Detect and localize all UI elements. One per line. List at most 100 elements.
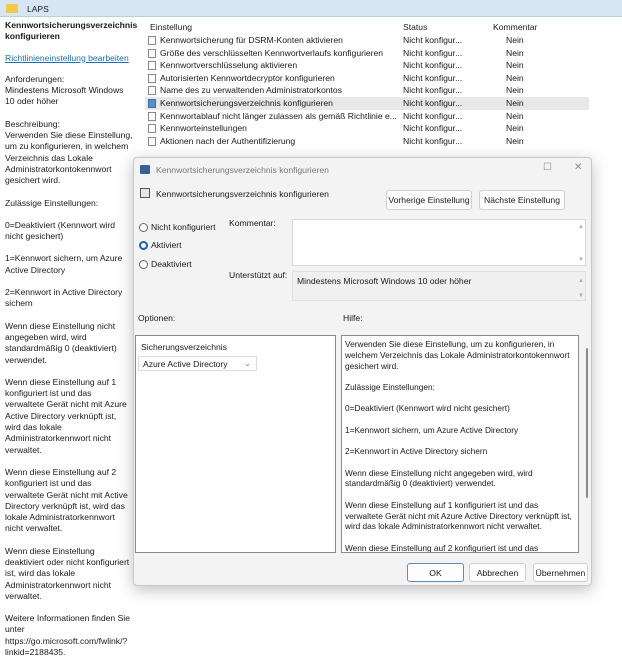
setting-comment: Nein [506,60,524,71]
policy-setting-icon [148,61,156,71]
policy-setting-icon [148,36,156,45]
dialog-title: Kennwortsicherungsverzeichnis konfigurie… [156,165,329,175]
supported-on-field: Mindestens Microsoft Windows 10 oder höh… [292,271,586,301]
scroll-up-icon[interactable]: ▲ [578,278,588,284]
help-paragraph: 1=Kennwort sichern, um Azure Active Dire… [345,424,519,435]
help-scrollbar[interactable] [586,348,588,498]
dialog-subtitle: Kennwortsicherungsverzeichnis konfigurie… [156,189,329,199]
table-row[interactable]: Größe des verschlüsselten Kennwortverlau… [145,47,621,60]
setting-comment: Nein [506,97,524,108]
comment-label: Kommentar: [229,218,276,228]
policy-setting-icon [148,48,156,58]
help-paragraph: Wenn diese Einstellung auf 1 konfigurier… [345,499,572,532]
radio-circle[interactable] [139,259,148,269]
table-row[interactable]: Kennwortsicherung für DSRM-Konten aktivi… [145,34,621,47]
options-label: Optionen: [138,313,176,323]
description-paragraph: Beschreibung: Verwenden Sie diese Einste… [5,118,133,186]
setting-status: Nicht konfigur... [403,72,463,83]
setting-comment: Nein [506,85,524,96]
setting-status: Nicht konfigur... [403,35,463,45]
scroll-up-icon[interactable]: ▲ [578,224,588,230]
setting-status: Nicht konfigur... [403,97,463,108]
supported-label: Unterstützt auf: [229,270,288,280]
column-header-einstellung[interactable]: Einstellung [150,22,192,32]
edit-policy-link[interactable]: Richtlinieneinstellung bearbeiten [5,53,133,64]
policy-setting-icon [148,73,156,83]
radio-not-configured[interactable]: Nicht konfiguriert [139,222,215,232]
description-paragraph: 0=Deaktiviert (Kennwort wird nicht gesic… [5,219,116,242]
setting-status: Nicht konfigur... [403,123,463,134]
policy-dialog: Kennwortsicherungsverzeichnis konfigurie… [133,157,592,586]
description-paragraph: 2=Kennwort in Active Directory sichern [5,287,123,309]
policy-setting-icon [148,111,156,121]
policy-setting-icon [148,124,156,134]
settings-list: Einstellung Status Kommentar Kennwortsic… [145,20,621,147]
description-paragraph: Anforderungen: Mindestens Microsoft Wind… [5,73,124,107]
setting-icon [140,188,150,198]
help-paragraph: Verwenden Sie diese Einstellung, um zu k… [345,339,570,371]
help-paragraph: 2=Kennwort in Active Directory sichern [345,446,488,457]
setting-name: Größe des verschlüsselten Kennwortverlau… [160,47,384,58]
comment-textarea[interactable] [292,219,586,266]
description-paragraph: Wenn diese Einstellung deaktiviert oder … [5,545,130,601]
table-row[interactable]: Kennwortsicherungsverzeichnis konfigurie… [145,96,589,110]
folder-icon [6,4,18,13]
table-row[interactable]: Kennworteinstellungen Nicht konfigur... Ne… [145,122,621,135]
table-row[interactable]: Aktionen nach der Authentifizierung Nicht… [145,135,621,148]
table-row[interactable]: Autorisierten Kennwortdecryptor konfigur… [145,72,621,85]
setting-status: Nicht konfigur... [403,135,463,146]
backup-directory-select[interactable]: Azure Active Directory ⌄ [138,356,257,371]
description-paragraph: Weitere Informationen finden Sie unter h… [5,613,130,658]
scroll-down-icon[interactable]: ▼ [578,257,588,263]
scroll-down-icon[interactable]: ▼ [578,293,588,299]
next-setting-button[interactable]: Nächste Einstellung [479,190,565,210]
setting-name: Aktionen nach der Authentifizierung [160,135,296,146]
radio-enabled[interactable]: Aktiviert [139,240,182,250]
apply-button[interactable]: Übernehmen [533,563,588,582]
radio-circle[interactable] [139,222,148,232]
description-paragraph: Wenn diese Einstellung auf 1 konfigurier… [5,376,127,455]
help-paragraph: Zulässige Einstellungen: [345,381,435,392]
close-button[interactable]: ✕ [574,162,582,173]
setting-comment: Nein [506,35,524,45]
setting-comment: Nein [506,72,524,83]
description-paragraph: Wenn diese Einstellung nicht angegeben w… [5,320,117,365]
setting-name: Autorisierten Kennwortdecryptor konfigur… [160,72,335,83]
cancel-button[interactable]: Abbrechen [469,563,526,582]
ok-button[interactable]: OK [407,563,464,582]
description-paragraph: Wenn diese Einstellung auf 2 konfigurier… [5,466,128,534]
setting-name: Kennwortsicherungsverzeichnis konfigurie… [160,97,333,108]
setting-status: Nicht konfigur... [403,47,463,58]
policy-heading: Kennwortsicherungsverzeichnis konfigurie… [5,20,138,42]
setting-status: Nicht konfigur... [403,110,463,121]
column-header-status[interactable]: Status [403,22,427,32]
radio-label: Nicht konfiguriert [151,222,216,232]
table-row[interactable]: Kennwortablauf nicht länger zulassen als… [145,110,621,123]
policy-icon [140,165,150,174]
setting-comment: Nein [506,47,524,58]
previous-setting-button[interactable]: Vorherige Einstellung [386,190,472,210]
window-titlebar: LAPS [0,0,622,17]
chevron-down-icon: ⌄ [243,358,251,368]
maximize-button[interactable]: ☐ [543,162,552,173]
help-paragraph: Wenn diese Einstellung auf 2 konfigurier… [345,542,539,553]
policy-setting-icon [148,98,156,108]
table-row[interactable]: Name des zu verwaltenden Administratorko… [145,84,621,97]
option-label: Sicherungsverzeichnis [141,342,227,352]
list-header: Einstellung Status Kommentar [145,20,621,34]
setting-name: Kennwortablauf nicht länger zulassen als… [160,110,397,121]
radio-circle[interactable] [139,240,148,250]
description-paragraph: Zulässige Einstellungen: [5,197,99,208]
description-panel: Kennwortsicherungsverzeichnis konfigurie… [5,20,138,669]
setting-comment: Nein [506,135,524,146]
radio-disabled[interactable]: Deaktiviert [139,259,192,269]
table-row[interactable]: Kennwortverschlüsselung aktivieren Nicht … [145,59,621,72]
column-header-kommentar[interactable]: Kommentar [493,22,537,32]
description-paragraph: 1=Kennwort sichern, um Azure Active Dire… [5,253,123,275]
radio-label: Aktiviert [151,240,182,250]
help-paragraph: Wenn diese Einstellung nicht angegeben w… [345,467,533,489]
select-value: Azure Active Directory [143,359,228,369]
setting-name: Kennwortverschlüsselung aktivieren [160,60,298,71]
policy-setting-icon [148,136,156,146]
setting-name: Kennworteinstellungen [160,123,247,134]
